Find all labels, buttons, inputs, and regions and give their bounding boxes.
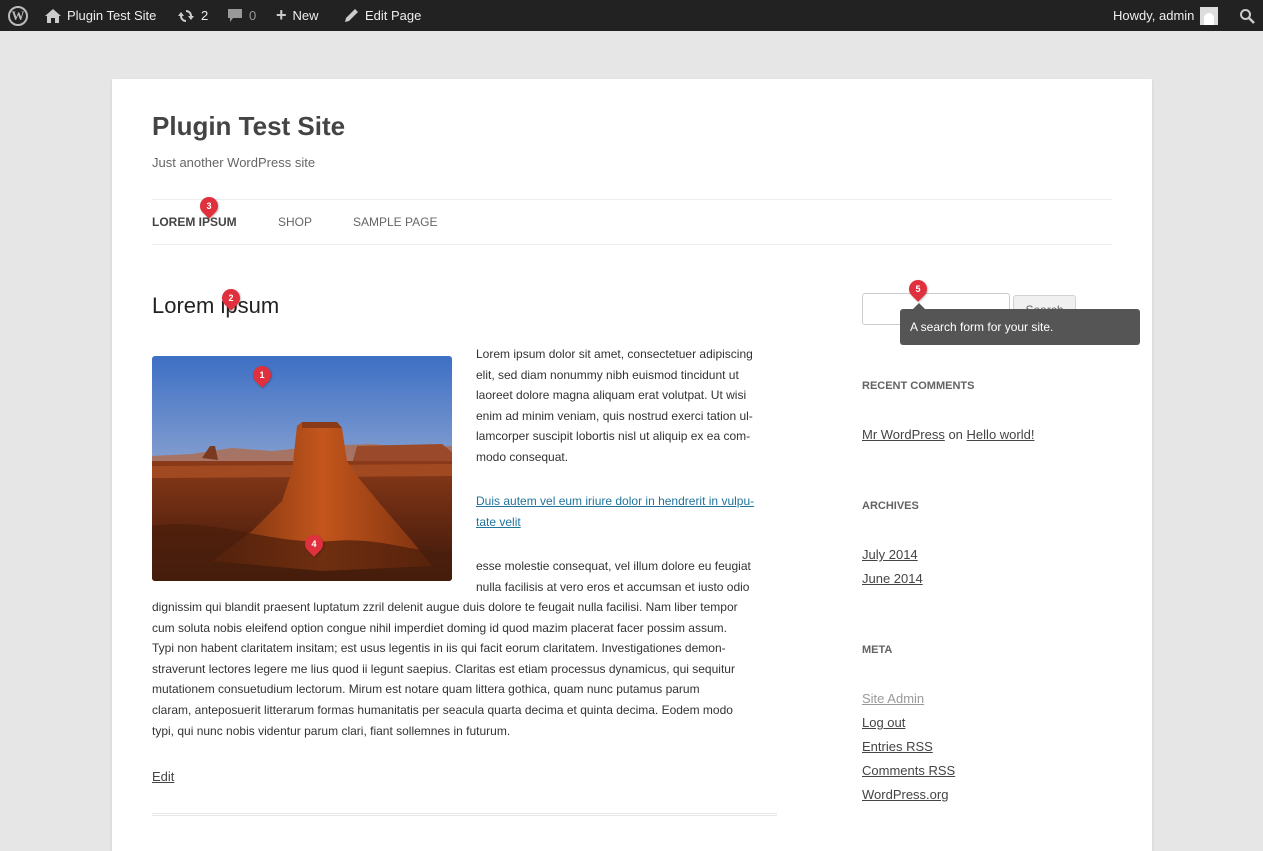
marker-pin-2[interactable]: 2 [218, 285, 244, 311]
site-title[interactable]: Plugin Test Site [152, 111, 345, 142]
admin-bar: W Plugin Test Site 2 0 + New Edit Page H… [0, 0, 1263, 31]
meta-link-log-out[interactable]: Log out [862, 715, 905, 730]
paragraph-2: Duis autem vel eum iriure dolor in hendr… [476, 491, 786, 532]
nav-item-lorem-ipsum[interactable]: LOREM IPSUM [152, 215, 237, 229]
search-icon [1240, 8, 1255, 24]
marker-pin-3[interactable]: 3 [196, 193, 222, 219]
archive-link-july-2014[interactable]: July 2014 [862, 547, 918, 562]
meta-title: META [862, 644, 893, 656]
marker-pin-1[interactable]: 1 [249, 362, 275, 388]
marker-pin-5[interactable]: 5 [905, 276, 931, 302]
new-label: New [292, 8, 319, 23]
comment-icon [228, 9, 242, 22]
meta-link-entries-rss[interactable]: Entries RSS [862, 739, 933, 754]
pencil-icon [345, 9, 358, 22]
paragraph-1: Lorem ipsum dolor sit amet, consectetuer… [476, 347, 753, 464]
wordpress-logo-icon: W [8, 5, 28, 26]
nav-item-shop[interactable]: SHOP [278, 215, 312, 229]
entry-divider [152, 813, 777, 816]
recent-comments-title: RECENT COMMENTS [862, 380, 975, 392]
wordpress-logo-menu[interactable]: W [8, 0, 28, 31]
archive-link-june-2014[interactable]: June 2014 [862, 571, 923, 586]
howdy-label: Howdy, admin [1113, 8, 1195, 23]
archives-title: ARCHIVES [862, 500, 919, 512]
meta-link-wordpress-org[interactable]: WordPress.org [862, 787, 948, 802]
admin-search-button[interactable] [1239, 0, 1255, 31]
updates-icon [178, 9, 194, 22]
plus-icon: + [276, 5, 287, 25]
site-name-label: Plugin Test Site [67, 8, 157, 23]
avatar [1200, 6, 1219, 25]
featured-image [152, 356, 452, 581]
edit-page-link[interactable]: Edit Page [344, 0, 421, 31]
meta-link-site-admin[interactable]: Site Admin [862, 691, 924, 706]
page-title: Lorem ipsum [152, 293, 280, 318]
site-name-menu[interactable]: Plugin Test Site [45, 0, 156, 31]
site-tagline: Just another WordPress site [152, 155, 316, 170]
my-account-menu[interactable]: Howdy, admin [1113, 0, 1219, 31]
content-link[interactable]: Duis autem vel eum iriure dolor in hendr… [476, 494, 754, 529]
page-container: Plugin Test Site Just another WordPress … [112, 79, 1152, 851]
search-tooltip: A search form for your site. [900, 303, 1140, 345]
paragraph-3-top: esse molestie consequat, vel illum dolor… [476, 559, 751, 594]
edit-page-label: Edit Page [365, 8, 422, 23]
meta-link-comments-rss[interactable]: Comments RSS [862, 763, 955, 778]
paragraph-3-body: dignissim qui blandit praesent luptatum … [152, 600, 738, 738]
marker-pin-4[interactable]: 4 [301, 531, 327, 557]
comments-count: 0 [249, 8, 257, 23]
main-navigation: LOREM IPSUM SHOP SAMPLE PAGE [152, 199, 1112, 245]
comment-on-text: on [948, 427, 963, 442]
home-icon [45, 8, 61, 23]
new-content-menu[interactable]: + New [276, 0, 319, 31]
recent-comment-item: Mr WordPress on Hello world! [862, 427, 1034, 442]
comments-menu[interactable]: 0 [227, 0, 256, 31]
comment-author-link[interactable]: Mr WordPress [862, 427, 945, 442]
edit-post-link[interactable]: Edit [152, 769, 174, 784]
updates-count: 2 [201, 8, 209, 23]
comment-post-link[interactable]: Hello world! [967, 427, 1035, 442]
updates-menu[interactable]: 2 [177, 0, 208, 31]
nav-item-sample-page[interactable]: SAMPLE PAGE [353, 215, 437, 229]
